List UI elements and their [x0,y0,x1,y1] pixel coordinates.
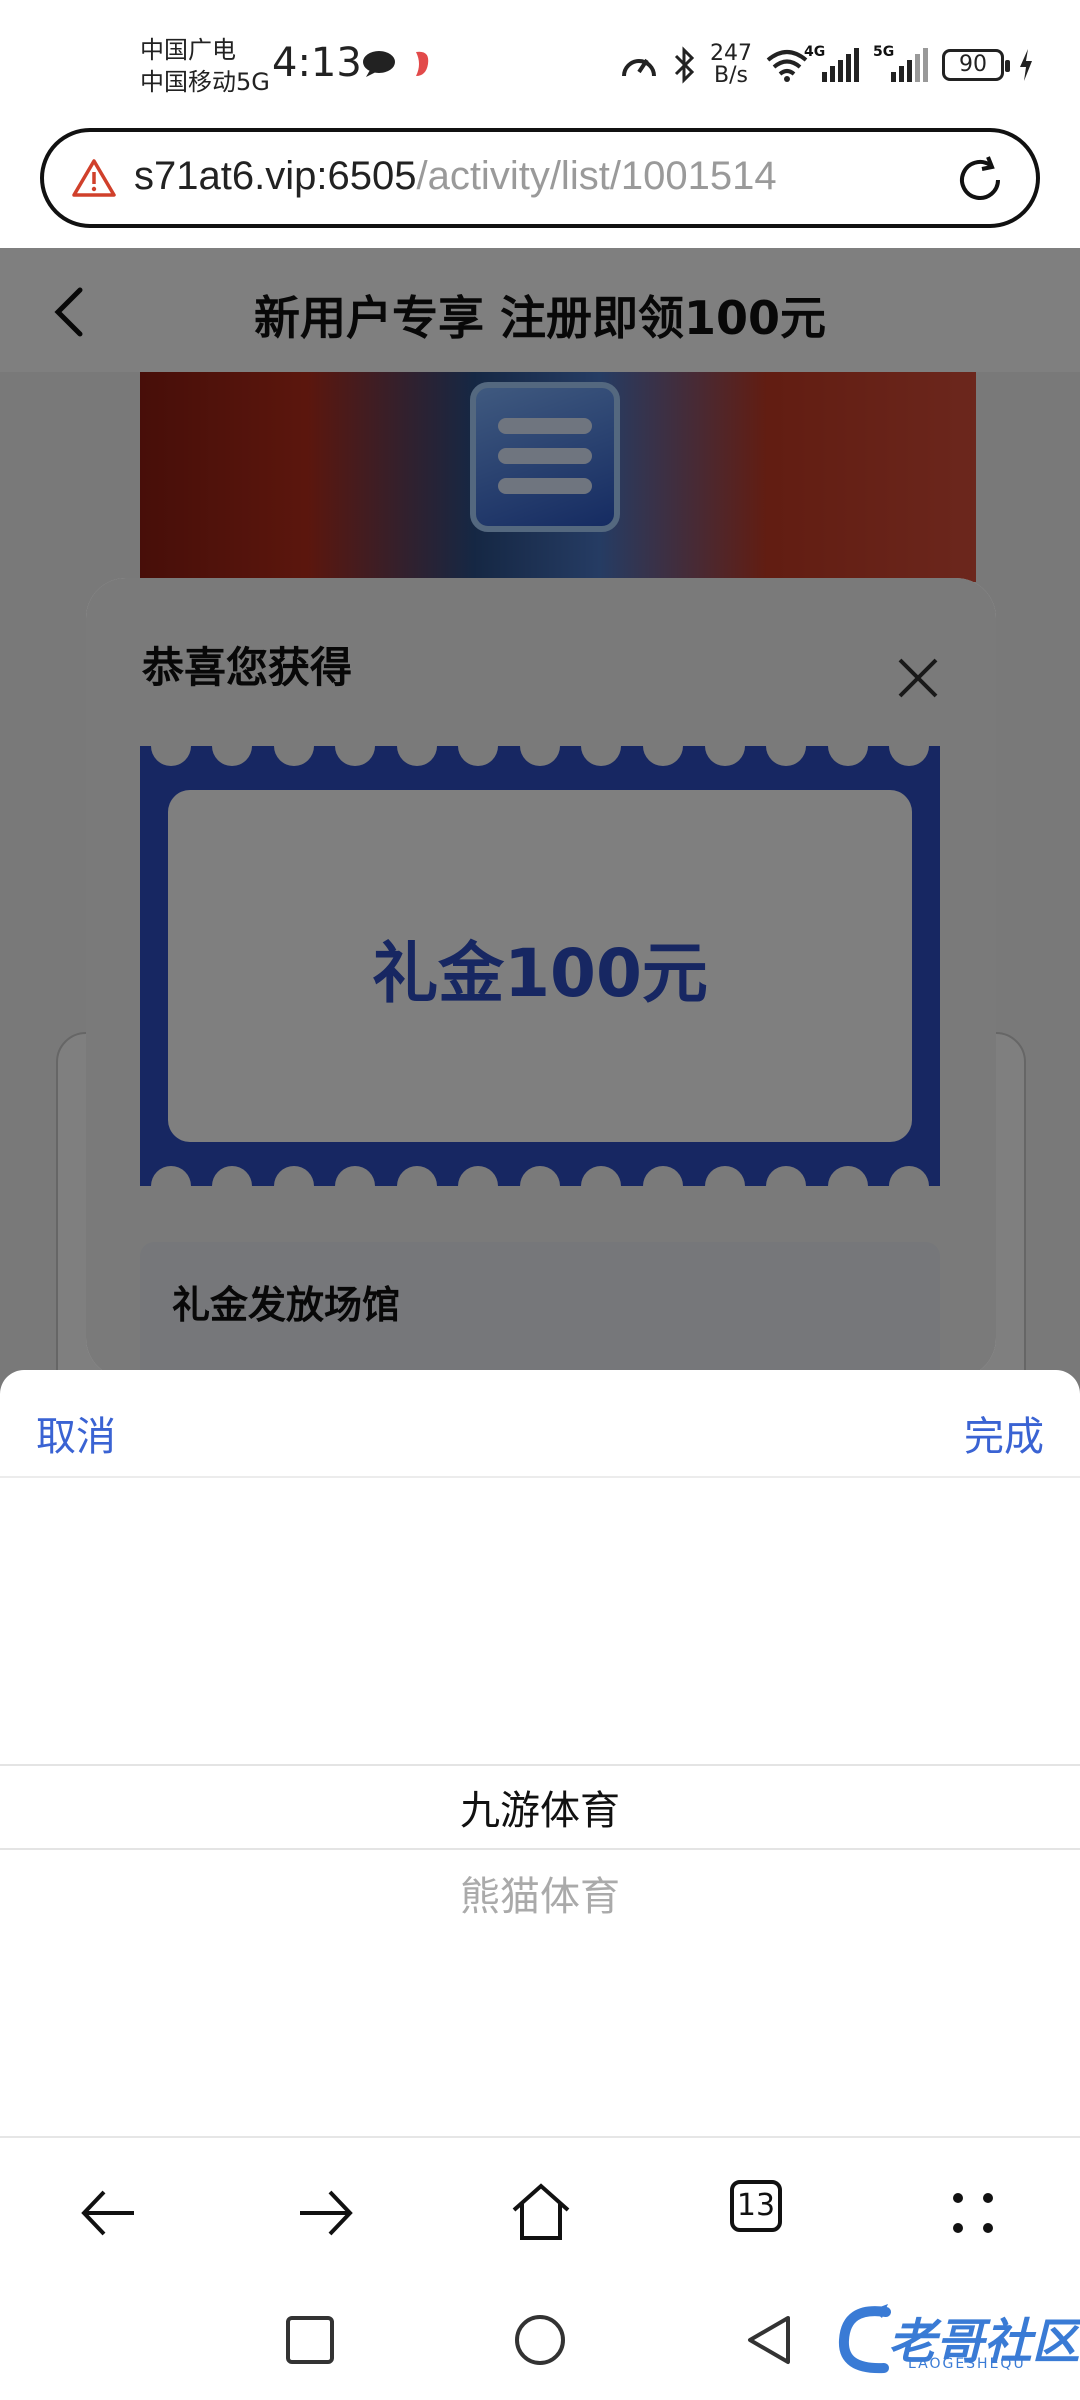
bluetooth-icon [674,46,695,84]
browser-toolbar: 13 [0,2136,1080,2280]
home-circle-icon[interactable] [512,2312,568,2368]
url-text[interactable]: s71at6.vip:6505/activity/list/1001514 [134,154,777,199]
reload-icon[interactable] [954,154,1006,206]
url-host: s71at6.vip:6505 [134,154,417,198]
recent-apps-icon[interactable] [282,2312,338,2368]
carrier-line-1: 中国广电 [140,36,236,64]
network-speed: 247 B/s [710,43,752,87]
signal-strength-2: 5G [873,44,928,82]
chat-icon [363,51,395,77]
system-navigation-bar: 老哥社区 LAOGESHEQU [0,2280,1080,2400]
status-icons: 247 B/s 4G 5G 90 [620,40,1034,90]
dragon-logo-icon [838,2304,891,2374]
picker-selection-line-bottom [0,1848,1080,1850]
picker-selection-line-top [0,1764,1080,1766]
forward-arrow-icon[interactable] [290,2178,360,2248]
picker-option-selected[interactable]: 九游体育 [0,1778,1080,1836]
clock: 4:13 [272,40,362,86]
watermark-subtext: LAOGESHEQU [908,2356,1026,2372]
network-speed-unit: B/s [714,63,748,88]
picker-divider [0,1476,1080,1478]
speedometer-icon [622,58,656,77]
picker-cancel-button[interactable]: 取消 [36,1404,116,1462]
status-bar: 中国广电 中国移动5G 4:13 247 B/s 4G 5G 90 [0,0,1080,124]
network-speed-value: 247 [710,41,752,66]
warning-icon[interactable] [72,158,116,198]
tabs-button[interactable]: 13 [730,2180,782,2232]
battery-indicator: 90 [942,49,1010,81]
home-icon[interactable] [506,2178,576,2248]
modal-dim-overlay [86,578,996,1378]
more-menu-icon[interactable] [938,2178,1008,2248]
watermark-logo: 老哥社区 LAOGESHEQU [836,2300,1080,2380]
back-triangle-icon[interactable] [742,2312,798,2368]
signal-strength-1: 4G [804,44,859,82]
address-bar[interactable]: s71at6.vip:6505/activity/list/1001514 [40,128,1040,228]
signal-1-label: 4G [804,44,826,60]
picker-done-button[interactable]: 完成 [964,1404,1044,1462]
charging-icon [1020,49,1032,81]
url-path: /activity/list/1001514 [416,154,777,198]
back-arrow-icon[interactable] [74,2178,144,2248]
app-notification-icon [416,51,429,76]
picker-option[interactable]: 熊猫体育 [0,1864,1080,1922]
carrier-line-2: 中国移动5G [140,68,270,96]
venue-picker: 取消 完成 九游体育 熊猫体育 [0,1370,1080,2136]
wifi-icon [766,50,808,82]
carrier-info: 中国广电 中国移动5G [140,34,270,98]
signal-2-label: 5G [873,44,895,60]
